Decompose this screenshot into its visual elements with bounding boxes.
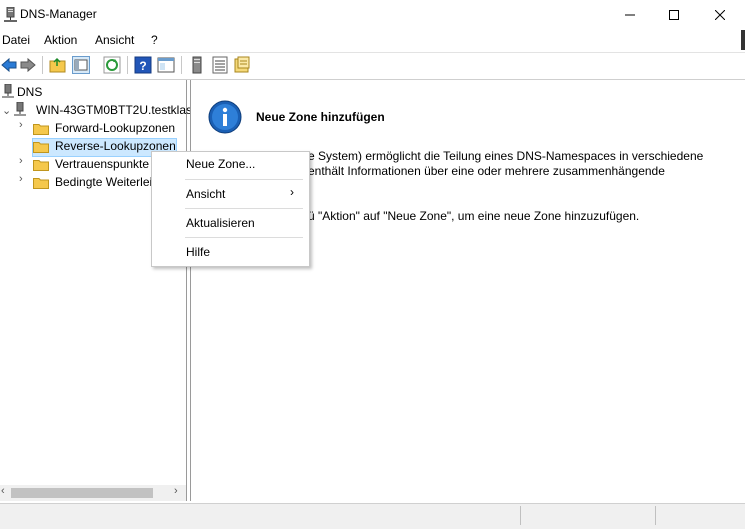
tree-item-forward-lookup[interactable]: Forward-Lookupzonen (55, 119, 175, 137)
tree-item-server[interactable]: WIN-43GTM0BTT2U.testklass (36, 101, 198, 119)
details-pane (190, 80, 745, 501)
scroll-left-icon[interactable]: ‹ (1, 485, 5, 497)
scroll-right-icon[interactable]: › (174, 485, 178, 497)
back-arrow-icon[interactable] (0, 56, 18, 74)
description-line-2: enthält Informationen über eine oder meh… (308, 164, 665, 178)
status-bar (0, 503, 745, 529)
up-folder-icon[interactable] (49, 56, 67, 74)
context-menu-new-zone[interactable]: Neue Zone... (186, 157, 255, 171)
close-button[interactable] (697, 0, 743, 30)
toolbar-separator (42, 56, 43, 74)
submenu-arrow-icon: › (290, 185, 294, 199)
tree-item-dns[interactable]: DNS (17, 83, 42, 101)
refresh-icon[interactable] (103, 56, 121, 74)
dns-root-icon (2, 84, 14, 98)
info-icon (208, 100, 242, 134)
minimize-icon (625, 14, 635, 16)
menu-ansicht[interactable]: Ansicht (95, 33, 134, 47)
chevron-right-icon[interactable]: › (19, 173, 23, 185)
context-menu-refresh[interactable]: Aktualisieren (186, 216, 255, 230)
maximize-icon (669, 10, 679, 20)
tree-item-conditional-forwarders[interactable]: Bedingte Weiterlei (55, 173, 152, 191)
list-view-icon[interactable] (211, 56, 229, 74)
context-menu-help[interactable]: Hilfe (186, 245, 210, 259)
status-separator (655, 506, 656, 525)
folder-icon (33, 178, 49, 189)
maximize-button[interactable] (651, 0, 697, 30)
chevron-right-icon[interactable]: › (19, 155, 23, 167)
zone-export-icon[interactable] (233, 56, 251, 74)
svg-text:?: ? (139, 59, 146, 73)
properties-pane-icon[interactable] (157, 56, 175, 74)
server-icon (14, 102, 26, 116)
chevron-down-icon[interactable]: ⌄ (2, 104, 11, 117)
menu-separator (185, 237, 303, 238)
toolbar-separator (127, 56, 128, 74)
context-menu-view[interactable]: Ansicht (186, 187, 225, 201)
menu-separator (185, 208, 303, 209)
folder-icon (33, 124, 49, 135)
close-icon (715, 10, 725, 20)
window-title: DNS-Manager (20, 7, 97, 21)
folder-icon (33, 160, 49, 171)
info-heading: Neue Zone hinzufügen (256, 110, 385, 124)
menu-help[interactable]: ? (151, 33, 158, 47)
status-separator (520, 506, 521, 525)
server-icon[interactable] (188, 56, 206, 74)
dns-server-icon (4, 7, 17, 22)
chevron-right-icon[interactable]: › (19, 119, 23, 131)
menu-separator (185, 179, 303, 180)
menu-datei[interactable]: Datei (2, 33, 30, 47)
menu-aktion[interactable]: Aktion (44, 33, 77, 47)
description-line-1: e System) ermöglicht die Teilung eines D… (308, 149, 704, 163)
help-icon[interactable]: ? (134, 56, 152, 74)
minimize-button[interactable] (607, 0, 653, 30)
show-hide-console-tree-icon[interactable] (72, 56, 90, 74)
folder-icon (33, 142, 49, 153)
toolbar-separator (181, 56, 182, 74)
forward-arrow-icon[interactable] (19, 56, 37, 74)
scrollbar-thumb[interactable] (11, 488, 153, 498)
tree-item-trust-points[interactable]: Vertrauenspunkte (55, 155, 149, 173)
instruction-line: ü "Aktion" auf "Neue Zone", um eine neue… (308, 209, 640, 223)
